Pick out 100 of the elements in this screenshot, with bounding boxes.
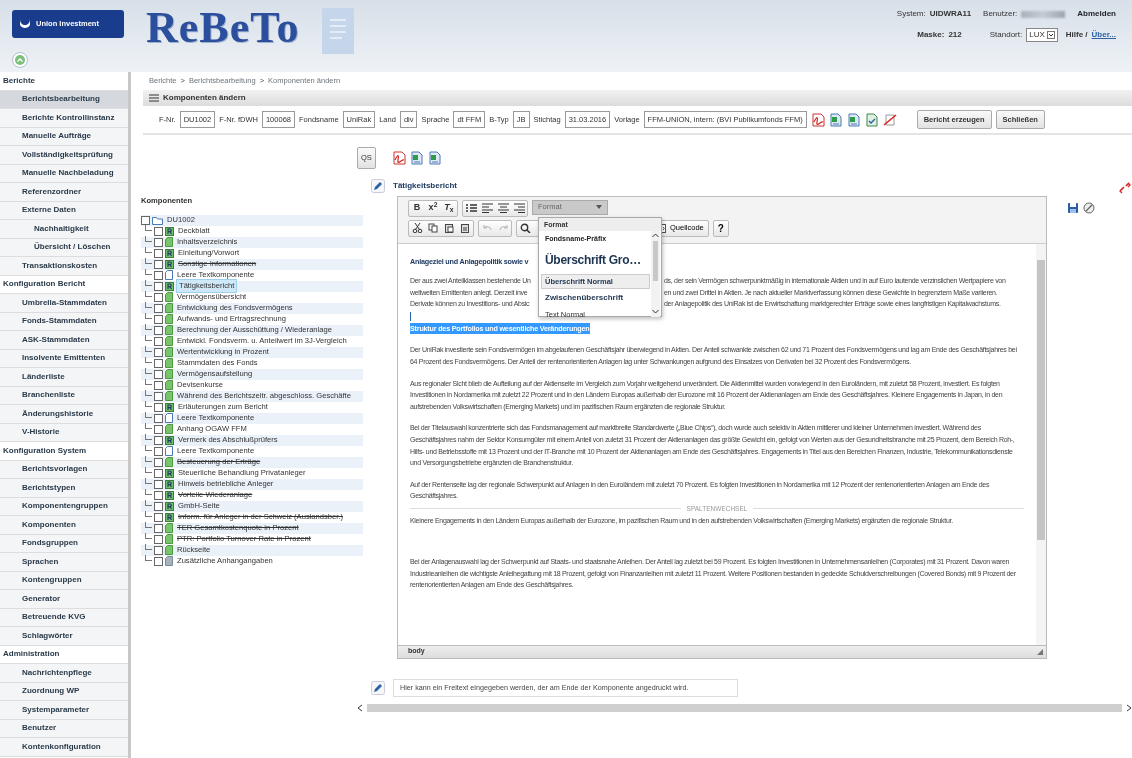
checkbox[interactable] — [154, 490, 163, 500]
system-label: System: — [896, 8, 926, 20]
checkbox[interactable] — [154, 314, 163, 324]
checkbox[interactable] — [154, 292, 163, 302]
checkbox[interactable] — [154, 512, 163, 522]
scrollbar[interactable] — [1036, 243, 1046, 645]
scroll-thumb[interactable] — [1037, 259, 1045, 540]
checkbox[interactable] — [154, 479, 163, 489]
checkbox[interactable] — [154, 468, 163, 478]
document-export-icon[interactable] — [427, 150, 442, 165]
checkbox[interactable] — [154, 248, 163, 258]
checkbox[interactable] — [154, 226, 163, 236]
checkbox[interactable] — [154, 358, 163, 368]
filled-document-icon — [165, 424, 173, 435]
sidebar-item[interactable]: Nachhaltigkeit — [0, 220, 128, 239]
save-icon[interactable] — [1067, 201, 1079, 214]
sidebar-item[interactable]: Kontenkonfiguration — [0, 738, 128, 757]
paste-text-icon[interactable] — [459, 223, 471, 233]
cut-icon[interactable] — [411, 223, 423, 233]
menu-icon[interactable] — [149, 94, 159, 102]
sidebar-item[interactable]: Systemparameter — [0, 701, 128, 720]
sidebar-item[interactable]: Berichtstypen — [0, 479, 128, 498]
document-export-icon[interactable] — [846, 112, 861, 127]
sidebar-item[interactable]: Nachrichtenpflege — [0, 664, 128, 683]
sidebar-item[interactable]: Referenzordner — [0, 183, 128, 202]
checkbox[interactable] — [154, 237, 163, 247]
sidebar-item[interactable]: Vollständigkeitsprüfung — [0, 146, 128, 165]
align-center-icon[interactable] — [497, 203, 509, 213]
sidebar-item[interactable]: Schlagwörter — [0, 627, 128, 646]
checkbox[interactable] — [154, 402, 163, 412]
sidebar-item[interactable]: Transaktionskosten — [0, 257, 128, 276]
checkbox[interactable] — [154, 413, 163, 423]
sidebar-item[interactable]: Berichte Kontrollinstanz — [0, 109, 128, 128]
format-button[interactable]: x$^{2}$ — [425, 200, 441, 216]
cancel-icon[interactable] — [1083, 201, 1095, 214]
filled-document-icon — [165, 237, 173, 248]
r-document-icon — [165, 468, 174, 478]
align-right-icon[interactable] — [513, 203, 525, 213]
checkbox[interactable] — [154, 380, 163, 390]
word-document-icon[interactable] — [409, 150, 424, 165]
scroll-right-icon[interactable] — [1126, 703, 1132, 712]
checkbox[interactable] — [154, 457, 163, 467]
checkbox[interactable] — [154, 325, 163, 335]
text-cursor — [410, 311, 411, 321]
align-left-icon[interactable] — [481, 203, 493, 213]
unlink-icon[interactable] — [1119, 181, 1131, 194]
sidebar-item[interactable]: Sprachen — [0, 553, 128, 572]
word-document-icon[interactable] — [828, 112, 843, 127]
pencil-icon[interactable] — [371, 178, 385, 193]
blurred-username — [1021, 10, 1066, 18]
sidebar-item[interactable]: Länderliste — [0, 368, 128, 387]
help-button[interactable]: ? — [712, 219, 729, 237]
mask-value: 212 — [948, 29, 962, 41]
search-icon[interactable] — [519, 223, 531, 233]
sidebar-item[interactable]: ASK-Stammdaten — [0, 331, 128, 350]
pdf-icon[interactable] — [810, 112, 825, 127]
sidebar-item[interactable]: Komponenten — [0, 516, 128, 535]
scroll-left-icon[interactable] — [357, 703, 363, 712]
format-button[interactable]: T$_{x}$ — [441, 200, 457, 216]
about-link[interactable]: Über... — [1091, 29, 1116, 41]
document-check-icon[interactable] — [864, 112, 879, 127]
checkbox[interactable] — [154, 446, 163, 456]
logout-link[interactable]: Abmelden — [1077, 8, 1116, 20]
checkbox[interactable] — [154, 270, 163, 280]
copy-icon[interactable] — [427, 223, 439, 233]
r-document-icon — [165, 490, 174, 500]
format-button[interactable]: B — [409, 200, 425, 216]
resize-grip-icon[interactable] — [1037, 648, 1043, 655]
checkbox[interactable] — [154, 347, 163, 357]
checkbox[interactable] — [154, 369, 163, 379]
shaded-document-icon — [165, 556, 173, 567]
checkbox[interactable] — [154, 501, 163, 511]
caret-down-icon — [1046, 31, 1055, 39]
menu-item[interactable]: Zwischenüberschrift — [541, 290, 650, 307]
checkbox[interactable] — [154, 391, 163, 401]
checkbox[interactable] — [154, 259, 163, 269]
pdf-icon[interactable] — [391, 150, 406, 165]
sidebar-item[interactable]: Änderungshistorie — [0, 405, 128, 424]
checkbox[interactable] — [141, 215, 150, 225]
strikethrough-document-icon[interactable] — [882, 112, 897, 127]
horizontal-scrollbar[interactable] — [367, 703, 1122, 712]
checkbox[interactable] — [154, 556, 163, 566]
checkbox[interactable] — [154, 523, 163, 533]
checkbox[interactable] — [154, 534, 163, 544]
r-document-icon — [165, 259, 174, 269]
pencil-icon[interactable] — [371, 680, 385, 695]
menu-item[interactable]: Überschrift Gro… — [541, 247, 650, 273]
bulleted-list-icon[interactable] — [465, 203, 477, 213]
sidebar-item[interactable]: Umbrella-Stammdaten — [0, 294, 128, 313]
user-label: Benutzer: — [983, 8, 1018, 20]
checkbox[interactable] — [154, 281, 163, 291]
checkbox[interactable] — [154, 424, 163, 434]
sidebar-item[interactable]: Generator — [0, 590, 128, 609]
paste-icon[interactable] — [443, 223, 455, 233]
r-document-icon — [165, 281, 174, 291]
checkbox[interactable] — [154, 303, 163, 313]
checkbox[interactable] — [154, 336, 163, 346]
checkbox[interactable] — [154, 435, 163, 445]
checkbox[interactable] — [154, 545, 163, 555]
location-select[interactable]: LUX — [1026, 28, 1058, 42]
